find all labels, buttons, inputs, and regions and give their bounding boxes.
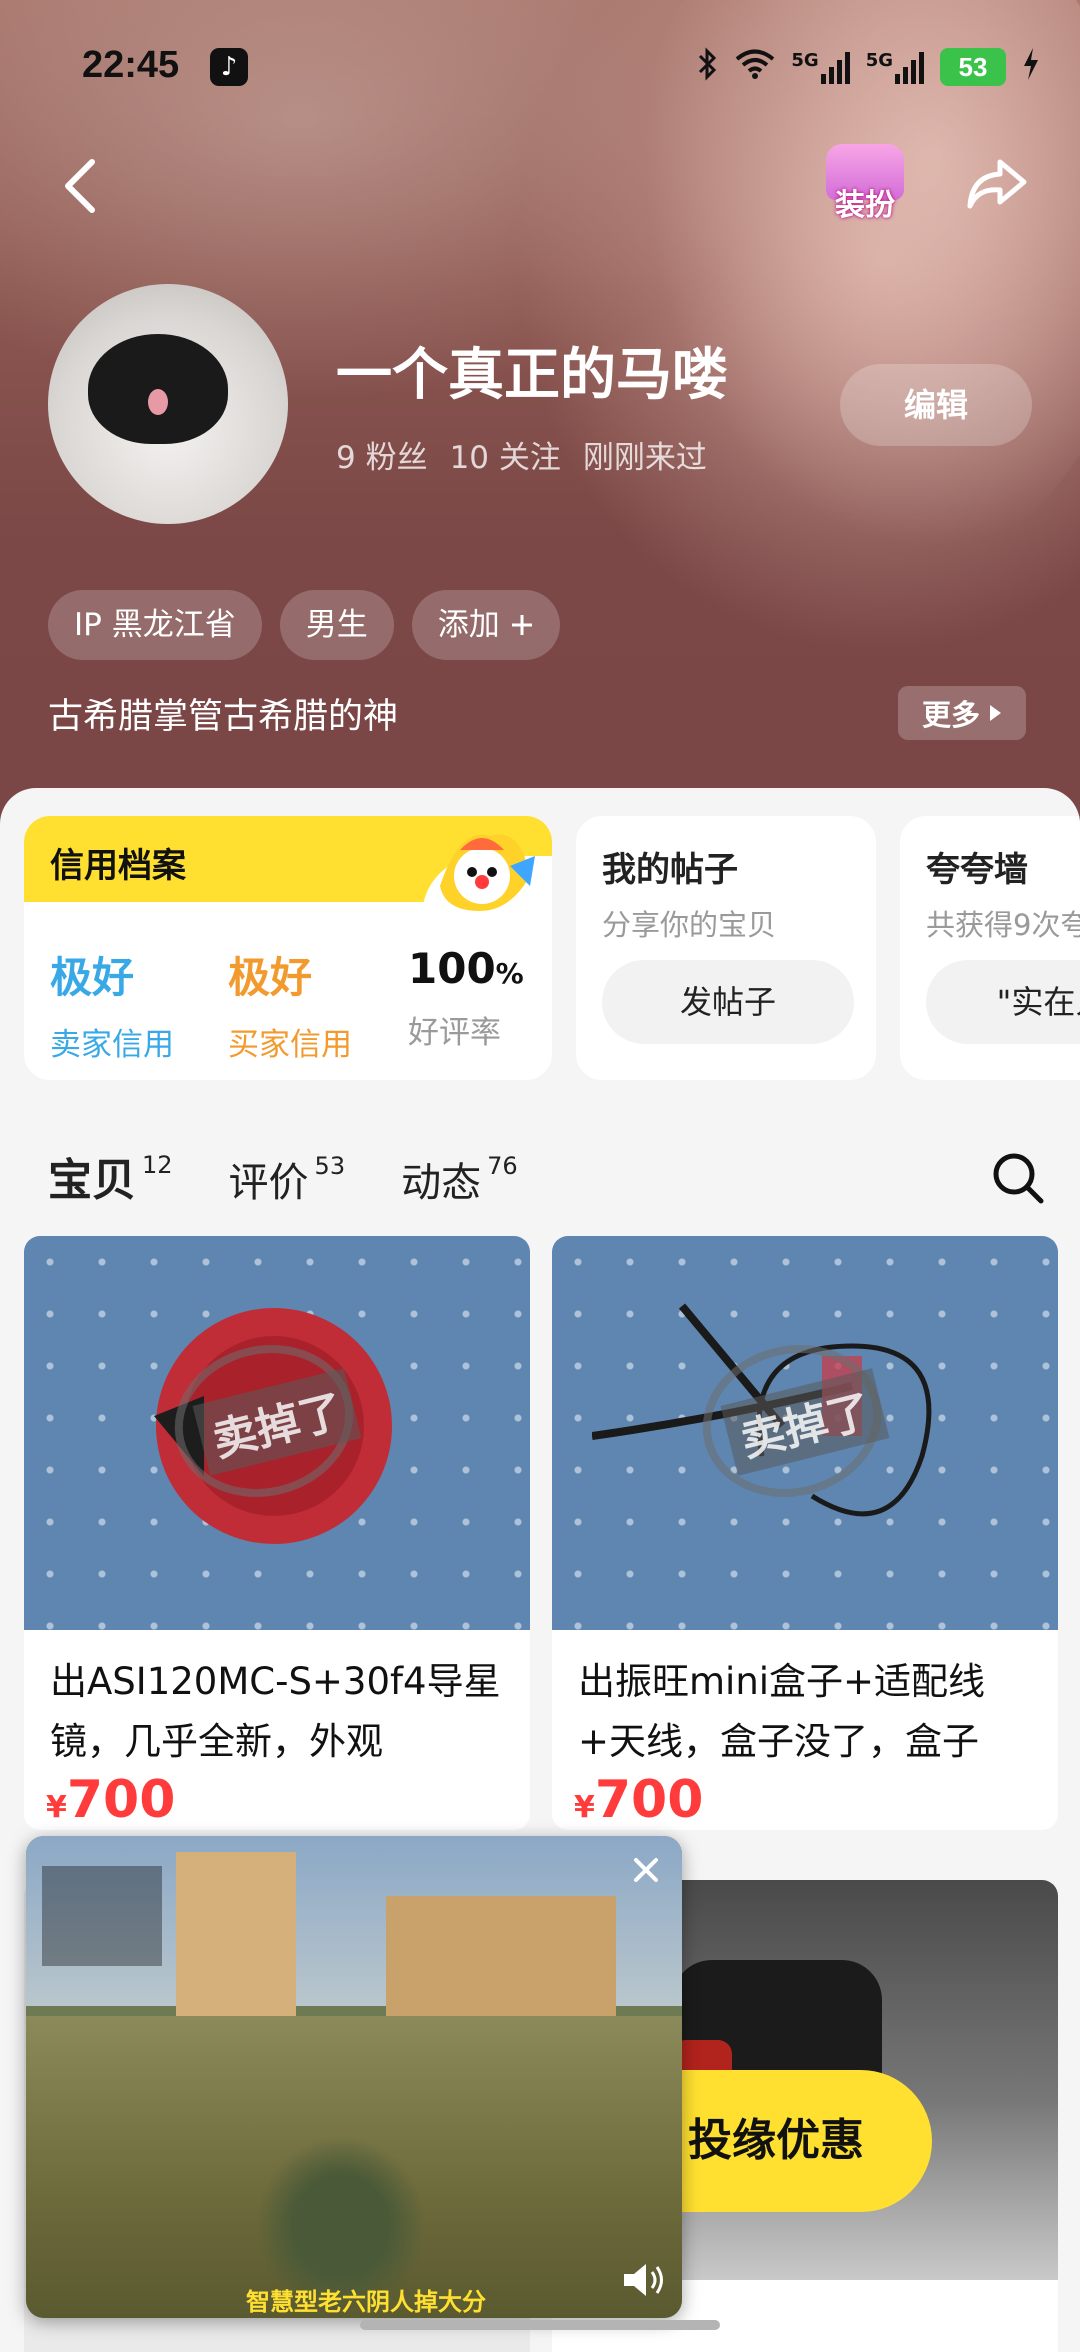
tab-count: 12	[142, 1151, 173, 1179]
profile-header: 22:45 ♪ 5G 5G 53 装扮 一个真正的马喽 9 粉丝 10 关注 刚…	[0, 0, 1080, 830]
tab-count: 76	[487, 1152, 518, 1180]
follows-count[interactable]: 10 关注	[450, 432, 561, 477]
charging-icon	[1022, 47, 1040, 87]
credit-card[interactable]: 信用档案 极好 卖家信用 极好 买家信用 100% 好评率	[24, 816, 552, 1080]
status-bar: 22:45 ♪ 5G 5G 53	[0, 0, 1080, 130]
tag-gender[interactable]: 男生	[279, 590, 394, 660]
bluetooth-icon	[697, 46, 719, 88]
network-type-1: 5G	[791, 50, 819, 71]
signal-1-icon: 5G	[791, 50, 850, 84]
tab-label: 宝贝	[48, 1155, 136, 1206]
my-posts-card[interactable]: 我的帖子 分享你的宝贝 发帖子	[576, 816, 876, 1080]
fans-count[interactable]: 9 粉丝	[336, 432, 428, 477]
close-video-button[interactable]	[626, 1850, 666, 1890]
profile-tabs: 宝贝 12 评价 53 动态 76	[46, 1128, 518, 1208]
good-rate: 100% 好评率	[408, 944, 524, 1052]
credit-title: 信用档案	[50, 846, 186, 886]
volume-button[interactable]	[620, 2260, 668, 2300]
currency-symbol: ¥	[46, 1790, 67, 1825]
seller-credit: 极好 卖家信用	[50, 944, 174, 1064]
product-price: ¥700	[24, 1770, 530, 1830]
product-image: 卖掉了	[552, 1236, 1058, 1630]
seller-rating: 极好	[50, 953, 135, 1002]
plus-icon	[511, 615, 532, 635]
more-button[interactable]: 更多	[898, 686, 1026, 740]
price-value: 700	[594, 1770, 704, 1830]
good-rate-unit: %	[495, 957, 524, 990]
back-button[interactable]	[52, 150, 112, 220]
caret-right-icon	[990, 705, 1001, 721]
status-time: 22:45	[82, 44, 180, 86]
tab-activity[interactable]: 动态 76	[401, 1150, 518, 1208]
good-rate-value: 100	[408, 944, 496, 993]
search-icon	[993, 1153, 1044, 1204]
profile-bio: 古希腊掌管古希腊的神	[48, 697, 399, 737]
video-banner: 智慧型老六阴人掉大分	[246, 2288, 486, 2316]
product-card[interactable]: 卖掉了 出振旺mini盒子+适配线+天线，盒子没了，盒子 ¥700	[552, 1236, 1058, 1830]
battery-icon: 53	[940, 48, 1006, 86]
posts-subtitle: 分享你的宝贝	[602, 908, 777, 942]
seller-label: 卖家信用	[50, 1027, 174, 1063]
video-building	[386, 1896, 616, 2026]
tag-label: 男生	[305, 607, 368, 643]
praise-subtitle: 共获得9次夸	[926, 908, 1080, 942]
network-type-2: 5G	[865, 50, 893, 71]
tiktok-icon: ♪	[210, 48, 248, 86]
profile-name: 一个真正的马喽	[336, 343, 728, 408]
tab-items[interactable]: 宝贝 12	[46, 1144, 173, 1208]
video-hud	[42, 1866, 162, 1966]
currency-symbol: ¥	[574, 1790, 595, 1825]
tab-label: 动态	[401, 1160, 482, 1206]
add-tag-button[interactable]: 添加	[411, 590, 560, 660]
product-title: 出振旺mini盒子+适配线+天线，盒子没了，盒子	[578, 1660, 986, 1763]
share-button[interactable]	[964, 152, 1028, 216]
buyer-rating: 极好	[228, 953, 313, 1002]
floating-video[interactable]: 智慧型老六阴人掉大分	[26, 1836, 682, 2318]
close-icon	[634, 1858, 658, 1882]
praise-title: 夸夸墙	[926, 850, 1028, 890]
clown-mascot-icon	[440, 834, 535, 911]
tag-label: IP 黑龙江省	[74, 607, 236, 643]
buyer-credit: 极好 买家信用	[228, 944, 352, 1064]
praise-wall-card[interactable]: 夸夸墙 共获得9次夸 "实在人	[900, 816, 1080, 1080]
signal-2-icon: 5G	[866, 50, 924, 84]
praise-button[interactable]: "实在人	[926, 960, 1080, 1044]
profile-tags: IP 黑龙江省 男生 添加	[48, 590, 560, 660]
chevron-left-icon	[65, 159, 95, 213]
speaker-icon	[624, 2264, 663, 2296]
create-post-button[interactable]: 发帖子	[602, 960, 854, 1044]
tab-label: 评价	[228, 1160, 309, 1206]
tag-label: 添加	[437, 607, 500, 643]
tab-count: 53	[314, 1152, 346, 1180]
edit-profile-button[interactable]: 编辑	[840, 364, 1032, 446]
search-button[interactable]	[990, 1150, 1046, 1206]
avatar[interactable]	[48, 284, 288, 524]
dress-up-label: 装扮	[835, 188, 895, 223]
more-label: 更多	[921, 698, 980, 732]
follow-stats: 9 粉丝 10 关注 刚刚来过	[336, 432, 707, 477]
price-value: 700	[66, 1770, 176, 1830]
product-image: 卖掉了	[24, 1236, 530, 1630]
video-building	[176, 1852, 296, 2022]
info-cards: 信用档案 极好 卖家信用 极好 买家信用 100% 好评率 我的帖子 分享你的宝…	[0, 816, 1080, 1086]
share-icon	[967, 159, 1027, 209]
last-seen: 刚刚来过	[582, 440, 707, 476]
tab-reviews[interactable]: 评价 53	[229, 1150, 346, 1208]
product-price: ¥700	[552, 1770, 1058, 1830]
dress-up-button[interactable]: 装扮	[820, 140, 910, 230]
product-card[interactable]: 卖掉了 出ASI120MC-S+30f4导星镜，几乎全新，外观 ¥700	[24, 1236, 530, 1830]
wifi-icon	[735, 48, 775, 87]
good-rate-label: 好评率	[408, 1015, 501, 1051]
posts-title: 我的帖子	[602, 850, 738, 890]
status-icons: 5G 5G 53	[697, 44, 1040, 90]
avatar-detail	[148, 389, 168, 415]
tag-ip-location: IP 黑龙江省	[48, 590, 262, 660]
home-indicator[interactable]	[360, 2320, 720, 2330]
product-title: 出ASI120MC-S+30f4导星镜，几乎全新，外观	[50, 1660, 501, 1763]
promo-button[interactable]: 投缘优惠	[672, 2070, 932, 2212]
buyer-label: 买家信用	[228, 1027, 352, 1063]
